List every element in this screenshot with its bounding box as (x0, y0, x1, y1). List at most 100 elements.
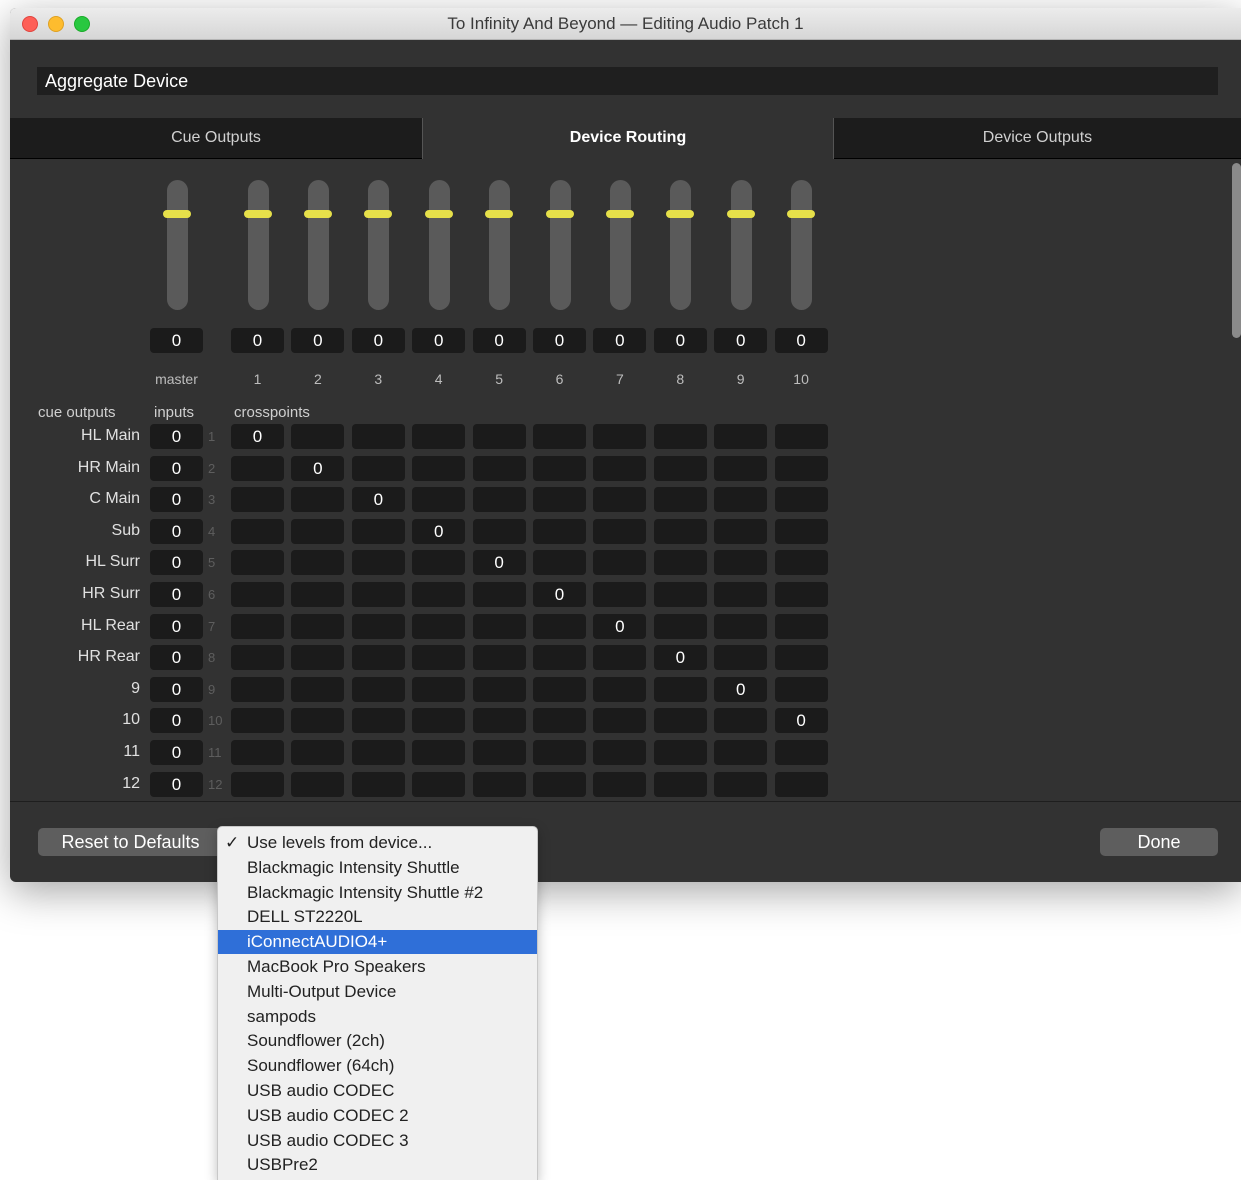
crosspoint-cell[interactable] (593, 455, 647, 481)
input-level-value[interactable]: 0 (150, 645, 203, 671)
crosspoint-cell[interactable] (231, 455, 284, 481)
crosspoint-cell[interactable] (351, 708, 405, 734)
master-fader-knob[interactable] (162, 210, 191, 218)
done-button[interactable]: Done (1100, 828, 1218, 856)
crosspoint-cell[interactable] (774, 518, 828, 544)
crosspoint-cell[interactable]: 0 (533, 582, 586, 607)
crosspoint-cell[interactable] (593, 487, 647, 513)
channel-3-fader-knob[interactable] (364, 210, 393, 218)
crosspoint-cell[interactable] (291, 613, 345, 639)
input-level-value[interactable]: 0 (150, 455, 203, 481)
tab-cue-outputs[interactable]: Cue Outputs (10, 118, 422, 158)
crosspoint-cell[interactable] (714, 645, 768, 671)
crosspoint-cell[interactable] (714, 455, 768, 481)
crosspoint-cell[interactable] (533, 676, 586, 702)
crosspoint-cell[interactable]: 0 (231, 424, 284, 449)
channel-5-fader-track[interactable] (489, 180, 511, 310)
channel-5-level-value[interactable]: 0 (472, 328, 526, 353)
channel-10-level-value[interactable]: 0 (774, 328, 828, 353)
crosspoint-cell[interactable] (291, 740, 345, 765)
crosspoint-cell[interactable] (653, 518, 707, 544)
crosspoint-cell[interactable] (653, 708, 707, 734)
crosspoint-cell[interactable] (291, 708, 345, 734)
crosspoint-cell[interactable] (714, 771, 768, 797)
channel-7-fader-track[interactable] (609, 180, 631, 310)
crosspoint-cell[interactable] (291, 424, 345, 449)
crosspoint-cell[interactable] (714, 708, 768, 734)
crosspoint-cell[interactable] (774, 771, 828, 797)
crosspoint-cell[interactable] (351, 645, 405, 671)
crosspoint-cell[interactable]: 0 (714, 676, 768, 702)
crosspoint-cell[interactable] (231, 771, 284, 797)
crosspoint-cell[interactable] (714, 518, 768, 544)
channel-6-level-value[interactable]: 0 (533, 328, 586, 353)
crosspoint-cell[interactable] (533, 455, 586, 481)
channel-8-fader-track[interactable] (670, 180, 692, 310)
crosspoint-cell[interactable]: 0 (472, 550, 526, 576)
crosspoint-cell[interactable] (412, 455, 466, 481)
menu-item[interactable]: MacBook Pro Speakers (218, 955, 537, 979)
crosspoint-cell[interactable] (774, 645, 828, 671)
crosspoint-cell[interactable] (533, 771, 586, 797)
crosspoint-cell[interactable] (351, 676, 405, 702)
crosspoint-cell[interactable] (653, 613, 707, 639)
crosspoint-cell[interactable] (351, 424, 405, 449)
crosspoint-cell[interactable] (653, 676, 707, 702)
reset-to-defaults-button[interactable]: Reset to Defaults (38, 828, 223, 856)
crosspoint-cell[interactable]: 0 (593, 613, 647, 639)
crosspoint-cell[interactable] (472, 424, 526, 449)
menu-item[interactable]: Soundflower (2ch) (218, 1029, 537, 1053)
menu-item[interactable]: iConnectAUDIO4+ (218, 930, 537, 955)
crosspoint-cell[interactable] (351, 613, 405, 639)
crosspoint-cell[interactable] (351, 582, 405, 607)
channel-4-fader-knob[interactable] (424, 210, 453, 218)
crosspoint-cell[interactable] (533, 645, 586, 671)
crosspoint-cell[interactable] (472, 708, 526, 734)
crosspoint-cell[interactable] (472, 582, 526, 607)
crosspoint-cell[interactable] (351, 518, 405, 544)
crosspoint-cell[interactable] (714, 424, 768, 449)
crosspoint-cell[interactable] (593, 740, 647, 765)
crosspoint-cell[interactable] (291, 487, 345, 513)
channel-7-level-value[interactable]: 0 (593, 328, 647, 353)
crosspoint-cell[interactable] (291, 771, 345, 797)
menu-item[interactable]: DELL ST2220L (218, 905, 537, 929)
menu-item[interactable]: sampods (218, 1005, 537, 1029)
crosspoint-cell[interactable] (231, 676, 284, 702)
crosspoint-cell[interactable] (533, 740, 586, 765)
channel-6-fader-knob[interactable] (545, 210, 574, 218)
menu-item[interactable]: Multi-Output Device (218, 980, 537, 1004)
channel-5-fader-knob[interactable] (485, 210, 514, 218)
vertical-scrollbar[interactable] (1232, 163, 1241, 338)
channel-8-fader-knob[interactable] (666, 210, 695, 218)
crosspoint-cell[interactable] (774, 455, 828, 481)
crosspoint-cell[interactable] (412, 424, 466, 449)
crosspoint-cell[interactable] (653, 582, 707, 607)
menu-item[interactable]: ✓ Use levels from device... (218, 831, 537, 855)
tab-device-routing[interactable]: Device Routing (422, 118, 834, 159)
crosspoint-cell[interactable] (533, 487, 586, 513)
input-level-value[interactable]: 0 (150, 708, 203, 734)
crosspoint-cell[interactable] (653, 455, 707, 481)
crosspoint-cell[interactable] (291, 676, 345, 702)
channel-3-level-value[interactable]: 0 (351, 328, 405, 353)
channel-8-level-value[interactable]: 0 (653, 328, 707, 353)
crosspoint-cell[interactable]: 0 (653, 645, 707, 671)
channel-9-fader-knob[interactable] (726, 210, 755, 218)
crosspoint-cell[interactable] (774, 424, 828, 449)
crosspoint-cell[interactable] (774, 487, 828, 513)
crosspoint-cell[interactable] (714, 613, 768, 639)
crosspoint-cell[interactable] (291, 550, 345, 576)
crosspoint-cell[interactable] (653, 487, 707, 513)
crosspoint-cell[interactable] (472, 613, 526, 639)
input-level-value[interactable]: 0 (150, 582, 203, 607)
crosspoint-cell[interactable]: 0 (291, 455, 345, 481)
menu-item[interactable]: Blackmagic Intensity Shuttle (218, 856, 537, 880)
crosspoint-cell[interactable] (412, 613, 466, 639)
channel-10-fader-track[interactable] (791, 180, 813, 310)
crosspoint-cell[interactable] (291, 645, 345, 671)
crosspoint-cell[interactable] (593, 550, 647, 576)
crosspoint-cell[interactable] (231, 550, 284, 576)
input-level-value[interactable]: 0 (150, 740, 203, 765)
crosspoint-cell[interactable] (231, 740, 284, 765)
